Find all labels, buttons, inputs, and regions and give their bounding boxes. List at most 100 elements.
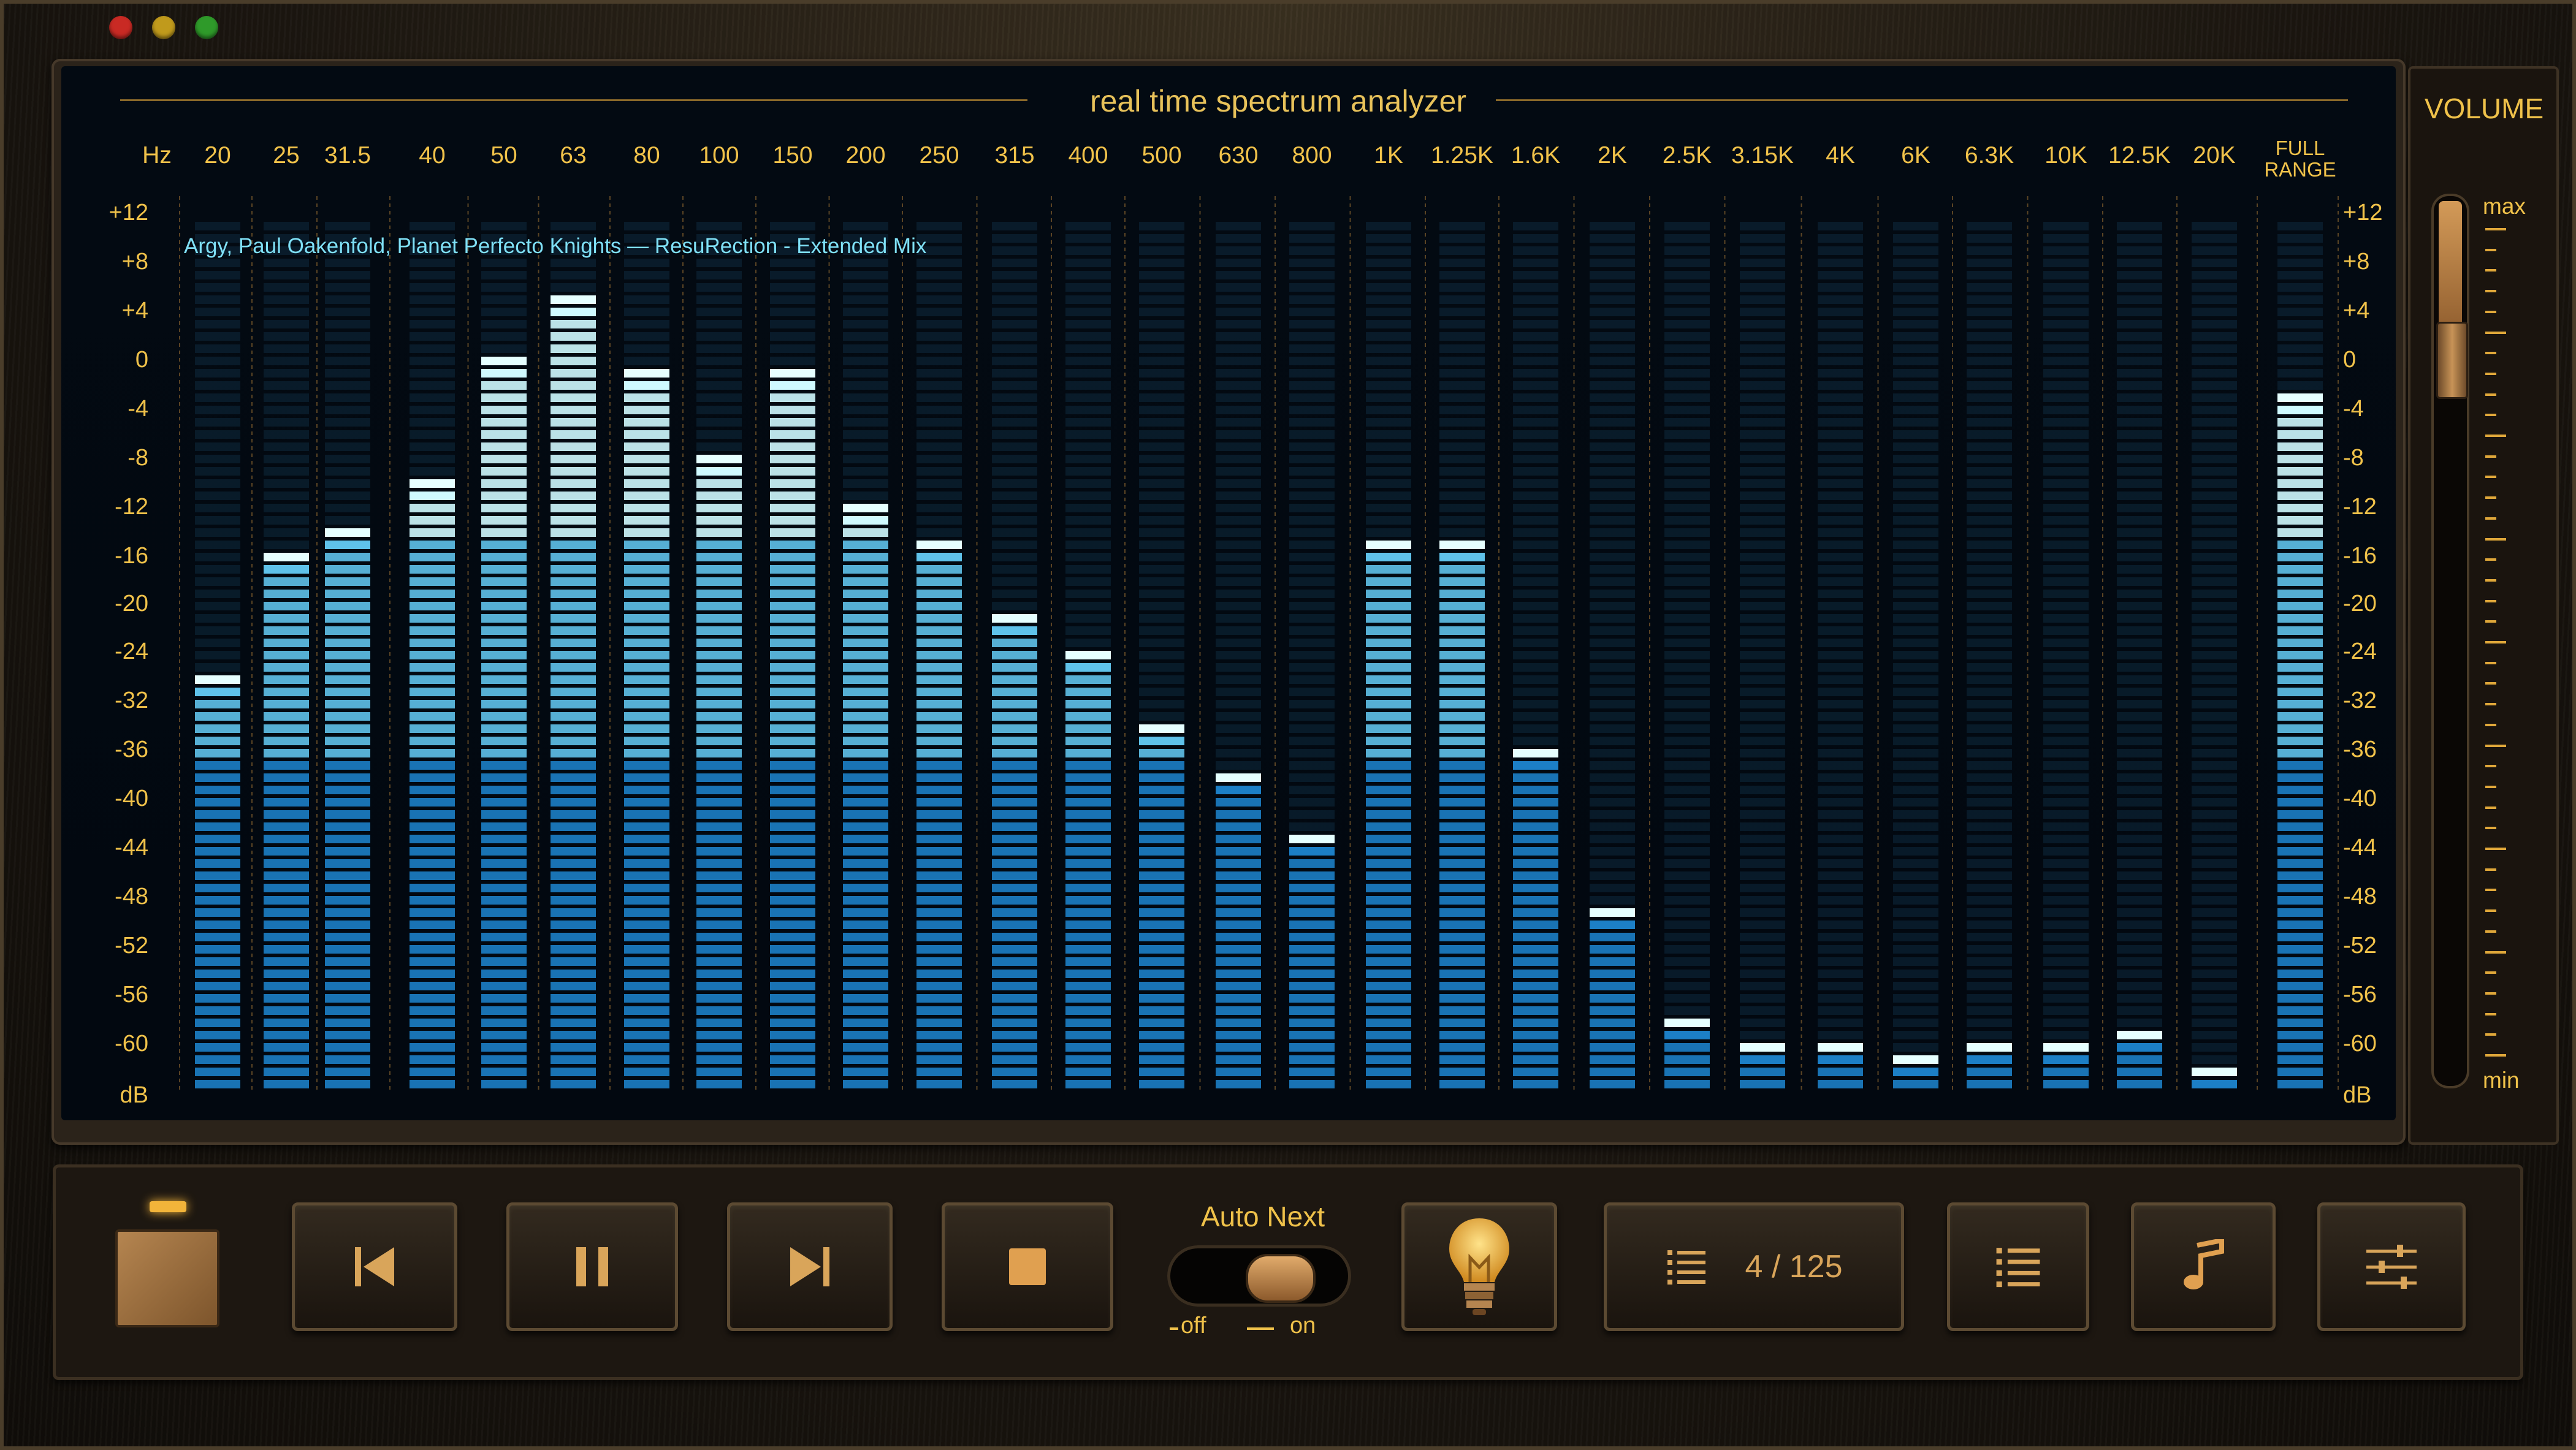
bar-segment (2277, 982, 2323, 990)
bar-segment (770, 822, 815, 831)
bar-segment (1967, 271, 2012, 279)
bar-segment (916, 565, 962, 574)
volume-max-label: max (2483, 194, 2526, 219)
bar-segment (916, 504, 962, 512)
bar-segment (843, 393, 888, 402)
bar-segment (1065, 222, 1111, 230)
bar-segment (1818, 430, 1863, 439)
bar-segment (2117, 246, 2162, 255)
bar-segment (195, 467, 240, 476)
bar-segment (1513, 602, 1558, 610)
bar-segment (624, 822, 669, 831)
bar-segment (1818, 822, 1863, 831)
light-bulb-button[interactable] (1401, 1202, 1557, 1331)
bar-segment (195, 700, 240, 708)
bar-segment (551, 835, 596, 843)
bar-segment (2043, 369, 2089, 378)
bar-segment (1513, 320, 1558, 328)
playlist-button[interactable] (1947, 1202, 2089, 1331)
bar-segment (551, 614, 596, 623)
bar-segment (551, 859, 596, 868)
bar-segment (1664, 884, 1710, 892)
bar-segment (195, 786, 240, 794)
bar-segment (1065, 688, 1111, 696)
bar-segment (2117, 541, 2162, 549)
bar-segment (624, 675, 669, 684)
bar-segment (195, 810, 240, 819)
bar-segment (696, 737, 742, 745)
power-switch-icon[interactable] (115, 1229, 219, 1327)
bar-segment (481, 369, 527, 378)
bar-segment (264, 553, 309, 561)
bar-segment (481, 590, 527, 598)
bar-segment (1065, 749, 1111, 757)
bar-segment (1818, 283, 1863, 292)
bar-segment (1065, 602, 1111, 610)
pause-button[interactable] (506, 1202, 678, 1331)
bar-segment (1366, 749, 1411, 757)
bar-segment (264, 798, 309, 807)
bar-segment (2117, 393, 2162, 402)
bar-segment (916, 222, 962, 230)
bar-segment (696, 700, 742, 708)
volume-tick (2485, 455, 2496, 458)
bar-segment (195, 822, 240, 831)
previous-track-button[interactable] (292, 1202, 457, 1331)
bar-segment (481, 835, 527, 843)
bar-segment (325, 504, 370, 512)
bar-segment (551, 957, 596, 966)
bar-segment (1740, 393, 1785, 402)
bar-segment (1893, 320, 1938, 328)
bar-segment (1818, 626, 1863, 635)
bar-segment (1065, 442, 1111, 451)
bar-segment (770, 479, 815, 488)
bar-segment (2043, 406, 2089, 414)
bar-segment (481, 553, 527, 561)
bar-segment (1893, 773, 1938, 782)
bar-segment (1513, 798, 1558, 807)
volume-slider-handle[interactable] (2436, 322, 2468, 399)
bar-segment (410, 320, 455, 328)
bar-segment (481, 749, 527, 757)
bar-segment (1439, 332, 1485, 341)
bar-segment (325, 639, 370, 647)
bar-segment (1818, 982, 1863, 990)
settings-button[interactable] (2317, 1202, 2466, 1331)
bar-segment (1289, 639, 1335, 647)
bar-segment (992, 933, 1037, 941)
bar-segment (1967, 246, 2012, 255)
bar-segment (551, 798, 596, 807)
spectrum-bar-150 (770, 222, 815, 1088)
bar-segment (1664, 970, 1710, 978)
bar-segment (195, 541, 240, 549)
spectrum-bar-63 (551, 222, 596, 1088)
bar-segment (1590, 761, 1635, 770)
bar-segment (770, 271, 815, 279)
spectrum-bar-12.5k (2117, 222, 2162, 1088)
bar-segment (1513, 712, 1558, 721)
bar-segment (1893, 847, 1938, 856)
bar-segment (843, 467, 888, 476)
bar-segment (770, 749, 815, 757)
bar-segment (1893, 369, 1938, 378)
bar-segment (2277, 847, 2323, 856)
bar-segment (1065, 761, 1111, 770)
bar-segment (1289, 406, 1335, 414)
playlist-position-button[interactable]: 4 / 125 (1604, 1202, 1904, 1331)
bar-segment (1590, 749, 1635, 757)
bar-segment (624, 271, 669, 279)
bar-segment (624, 639, 669, 647)
bar-segment (264, 1019, 309, 1027)
bar-segment (1065, 626, 1111, 635)
bar-segment (2192, 541, 2237, 549)
bar-segment (1664, 675, 1710, 684)
stop-button[interactable] (942, 1202, 1113, 1331)
music-button[interactable] (2131, 1202, 2276, 1331)
list-icon (1667, 1250, 1706, 1285)
bar-segment (1664, 1043, 1710, 1052)
auto-next-toggle-knob[interactable] (1246, 1254, 1316, 1303)
bar-segment (2277, 222, 2323, 230)
bar-segment (624, 602, 669, 610)
next-track-button[interactable] (727, 1202, 893, 1331)
bar-segment (1590, 222, 1635, 230)
